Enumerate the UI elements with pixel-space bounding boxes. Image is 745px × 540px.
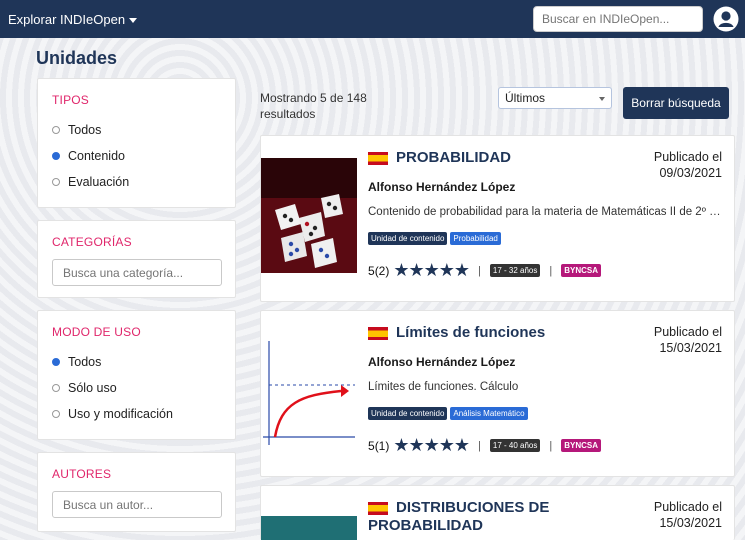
chevron-down-icon	[129, 17, 138, 23]
spain-flag-icon	[368, 501, 388, 515]
separator: |	[549, 264, 553, 277]
tag-category[interactable]: Análisis Matemático	[450, 407, 528, 420]
clear-search-button[interactable]: Borrar búsqueda	[623, 87, 729, 119]
radio-button[interactable]	[52, 384, 60, 392]
radio-label: Contenido	[68, 149, 125, 163]
explore-label: Explorar INDIeOpen	[8, 11, 126, 27]
radio-label: Evaluación	[68, 175, 130, 189]
card-title[interactable]: PROBABILIDAD	[368, 149, 658, 167]
chevron-down-icon	[599, 97, 605, 101]
published-info: Publicado el 15/03/2021	[653, 325, 722, 355]
card-author[interactable]: Alfonso Hernández López	[368, 180, 515, 194]
filter-panel-authors: AUTORES	[37, 452, 236, 532]
radio-option-todos[interactable]: Todos	[52, 349, 221, 375]
card-title[interactable]: Límites de funciones	[368, 324, 658, 342]
published-info: Publicado el 15/03/2021	[653, 500, 722, 530]
user-account-icon[interactable]	[713, 6, 739, 32]
separator: |	[549, 439, 553, 452]
unit-card[interactable]: DISTRIBUCIONES DE PROBABILIDAD Publicado…	[260, 485, 735, 540]
filter-title-authors: AUTORES	[52, 467, 112, 481]
results-count-text: Mostrando 5 de 148 resultados	[260, 91, 367, 121]
rating-count: (2)	[374, 263, 390, 278]
star-rating-icon: ★★★★★	[393, 435, 470, 455]
top-navbar: Explorar INDIeOpen	[0, 0, 745, 38]
radio-label: Todos	[68, 355, 102, 369]
radio-label: Uso y modificación	[68, 407, 173, 421]
radio-option-evaluacion[interactable]: Evaluación	[52, 169, 221, 195]
dice-thumbnail-image	[261, 158, 357, 273]
page-title: Unidades	[36, 48, 118, 68]
spain-flag-icon	[368, 326, 388, 340]
card-description: Límites de funciones. Cálculo	[368, 381, 519, 393]
unit-card[interactable]: Límites de funciones Publicado el 15/03/…	[260, 310, 735, 477]
tag-type[interactable]: Unidad de contenido	[368, 232, 448, 245]
rating-row: 5 (1) ★★★★★ | 17 - 40 años | BYNCSA	[368, 435, 602, 456]
card-thumbnail-image	[261, 516, 357, 540]
unit-card[interactable]: PROBABILIDAD Publicado el 09/03/2021 Alf…	[260, 135, 735, 302]
rating-value: 5	[368, 263, 375, 278]
spain-flag-icon	[368, 151, 388, 165]
radio-button-selected[interactable]	[52, 152, 60, 160]
card-tags: Unidad de contenido Probabilidad	[368, 232, 501, 245]
radio-label: Todos	[68, 123, 102, 137]
filter-title-categories: CATEGORÍAS	[52, 235, 132, 249]
radio-option-todos[interactable]: Todos	[52, 117, 221, 143]
radio-button[interactable]	[52, 126, 60, 134]
age-range-badge: 17 - 40 años	[489, 439, 541, 452]
category-search-input[interactable]	[52, 259, 222, 286]
filter-title-usage: MODO DE USO	[52, 325, 141, 339]
radio-label: Sólo uso	[68, 381, 117, 395]
rating-row: 5 (2) ★★★★★ | 17 - 32 años | BYNCSA	[368, 260, 602, 281]
filter-panel-types: TIPOS Todos Contenido Evaluación	[37, 78, 236, 208]
license-badge: BYNCSA	[561, 439, 602, 452]
radio-button-selected[interactable]	[52, 358, 60, 366]
radio-option-solo-uso[interactable]: Sólo uso	[52, 375, 221, 401]
star-rating-icon: ★★★★★	[393, 260, 470, 280]
rating-value: 5	[368, 438, 375, 453]
card-tags: Unidad de contenido Análisis Matemático	[368, 407, 528, 420]
rating-count: (1)	[374, 438, 390, 453]
filter-title-types: TIPOS	[52, 93, 90, 107]
sort-select[interactable]: Últimos	[498, 87, 612, 109]
license-badge: BYNCSA	[561, 264, 602, 277]
separator: |	[478, 439, 481, 452]
filter-panel-usage: MODO DE USO Todos Sólo uso Uso y modific…	[37, 310, 236, 440]
tag-type[interactable]: Unidad de contenido	[368, 407, 448, 420]
radio-button[interactable]	[52, 178, 60, 186]
age-range-badge: 17 - 32 años	[489, 264, 541, 277]
radio-option-uso-modificacion[interactable]: Uso y modificación	[52, 401, 221, 427]
card-author[interactable]: Alfonso Hernández López	[368, 355, 515, 369]
limit-graph-thumbnail-image	[261, 333, 357, 448]
global-search-input[interactable]	[533, 6, 703, 32]
card-title[interactable]: DISTRIBUCIONES DE PROBABILIDAD	[368, 499, 568, 535]
radio-button[interactable]	[52, 410, 60, 418]
explore-menu[interactable]: Explorar INDIeOpen	[8, 11, 138, 27]
published-info: Publicado el 09/03/2021	[653, 150, 722, 180]
sort-value: Últimos	[505, 91, 546, 105]
author-search-input[interactable]	[52, 491, 222, 518]
filter-panel-categories: CATEGORÍAS	[37, 220, 236, 298]
radio-option-contenido[interactable]: Contenido	[52, 143, 221, 169]
tag-category[interactable]: Probabilidad	[450, 232, 501, 245]
card-description: Contenido de probabilidad para la materi…	[368, 206, 723, 218]
separator: |	[478, 264, 481, 277]
